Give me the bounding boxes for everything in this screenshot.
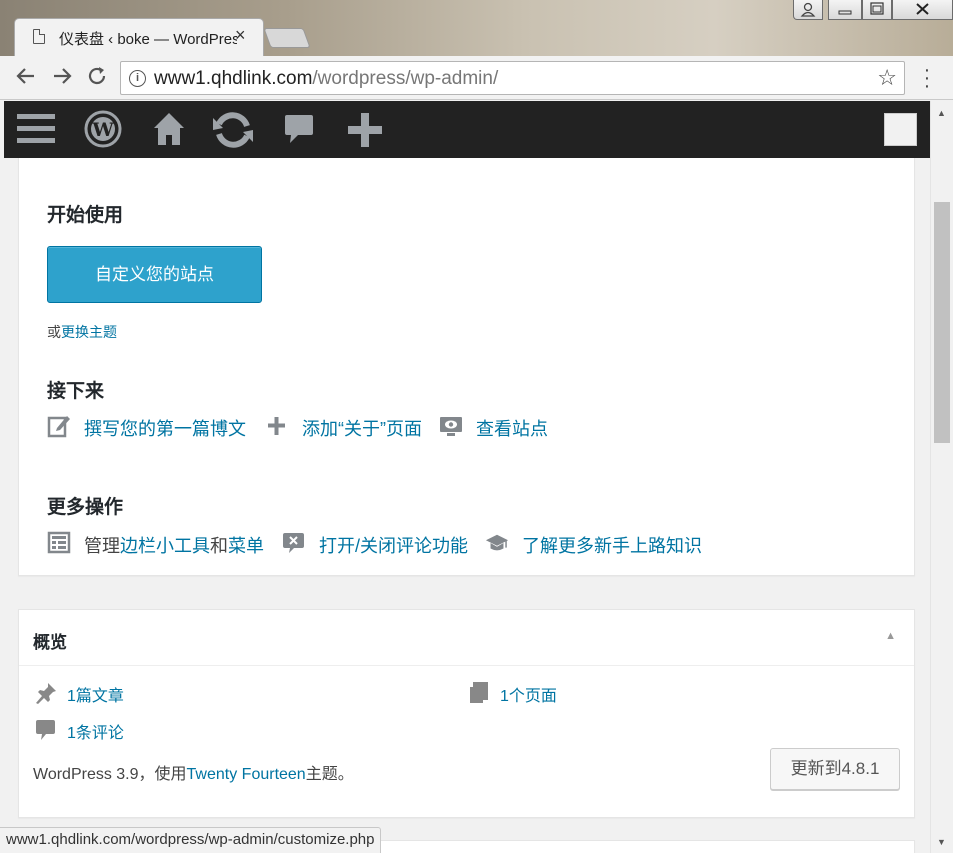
add-about-page-link[interactable]: 添加“关于”页面 xyxy=(265,414,425,439)
info-icon[interactable]: i xyxy=(129,70,146,87)
minimize-icon xyxy=(838,10,852,15)
address-bar[interactable]: i www1.qhdlink.com/wordpress/wp-admin/ ☆ xyxy=(120,61,905,95)
overview-widget: 概览 ▲ 1篇文章 1个页面 1条评论 WordPress 3.9，使用Twen… xyxy=(18,609,915,818)
restore-icon xyxy=(870,2,884,15)
new-tab-button[interactable] xyxy=(263,28,311,48)
customize-site-button[interactable]: 自定义您的站点 xyxy=(47,246,262,303)
overview-title: 概览 xyxy=(33,633,67,652)
comments-icon[interactable] xyxy=(284,113,314,147)
back-icon[interactable] xyxy=(15,65,37,87)
scroll-up-arrow-icon[interactable]: ▲ xyxy=(937,108,946,118)
close-icon xyxy=(916,3,929,15)
pin-icon xyxy=(36,683,56,704)
page-scrollbar[interactable]: ▲ ▼ xyxy=(930,101,953,853)
next-steps-heading: 接下来 xyxy=(47,381,105,402)
update-wordpress-button[interactable]: 更新到4.8.1 xyxy=(770,748,900,790)
window-close-button[interactable] xyxy=(892,0,953,20)
write-first-post-link[interactable]: 撰写您的第一篇博文 xyxy=(47,414,247,439)
get-started-heading: 开始使用 xyxy=(47,205,124,226)
pages-icon xyxy=(470,682,488,703)
minimize-button[interactable] xyxy=(828,0,862,20)
avatar[interactable] xyxy=(884,113,917,146)
bookmark-star-icon[interactable]: ☆ xyxy=(877,65,897,91)
comments-count-link[interactable]: 1条评论 xyxy=(35,719,175,742)
wordpress-logo-icon[interactable]: W xyxy=(84,110,122,148)
manage-widgets-menus: 管理边栏小工具和菜单 xyxy=(47,531,267,556)
comment-icon xyxy=(36,720,55,740)
home-icon[interactable] xyxy=(152,111,186,147)
theme-link[interactable]: Twenty Fourteen xyxy=(187,766,306,783)
browser-menu-icon[interactable]: · · · xyxy=(920,60,934,96)
welcome-panel: 开始使用 自定义您的站点 或更换主题 接下来 撰写您的第一篇博文 添加“关于”页… xyxy=(18,149,915,576)
reload-icon[interactable] xyxy=(86,65,108,87)
svg-text:W: W xyxy=(91,119,114,141)
more-actions-heading: 更多操作 xyxy=(47,497,124,518)
posts-count-link[interactable]: 1篇文章 xyxy=(35,682,175,705)
profile-button[interactable] xyxy=(793,0,823,20)
url-text[interactable]: www1.qhdlink.com/wordpress/wp-admin/ xyxy=(154,68,498,90)
collapse-arrow-icon[interactable]: ▲ xyxy=(885,630,896,642)
new-content-icon[interactable] xyxy=(348,113,382,147)
tab-title: 仪表盘 ‹ boke — WordPress xyxy=(59,31,237,48)
edit-icon xyxy=(47,416,70,438)
status-bar-url: www1.qhdlink.com/wordpress/wp-admin/cust… xyxy=(0,827,382,853)
widgets-link[interactable]: 边栏小工具 xyxy=(120,536,210,556)
graduation-cap-icon xyxy=(485,534,509,551)
browser-toolbar: i www1.qhdlink.com/wordpress/wp-admin/ ☆… xyxy=(0,56,953,100)
window-titlebar: 仪表盘 ‹ boke — WordPress × xyxy=(0,0,953,56)
menu-icon[interactable] xyxy=(17,112,55,146)
view-site-link[interactable]: 查看站点 xyxy=(439,414,559,439)
change-theme-link[interactable]: 更换主题 xyxy=(61,324,117,340)
tab-close-icon[interactable]: × xyxy=(235,25,246,46)
change-theme-line: 或更换主题 xyxy=(47,324,117,340)
user-icon xyxy=(800,2,816,17)
learn-more-link[interactable]: 了解更多新手上路知识 xyxy=(485,531,705,556)
toggle-comments-link[interactable]: 打开/关闭评论功能 xyxy=(282,531,472,556)
updates-icon[interactable] xyxy=(211,110,255,150)
browser-tab[interactable]: 仪表盘 ‹ boke — WordPress × xyxy=(14,18,264,56)
maximize-button[interactable] xyxy=(862,0,892,20)
view-site-icon xyxy=(440,417,462,436)
menus-link[interactable]: 菜单 xyxy=(228,536,264,556)
wp-admin-bar: W xyxy=(4,101,930,158)
widgets-icon xyxy=(47,531,71,554)
comment-toggle-icon xyxy=(283,533,304,553)
wordpress-version-text: WordPress 3.9，使用Twenty Fourteen主题。 xyxy=(33,766,354,783)
overview-header[interactable]: 概览 ▲ xyxy=(19,610,914,666)
plus-icon xyxy=(268,417,285,435)
pages-count-link[interactable]: 1个页面 xyxy=(468,682,608,705)
forward-icon[interactable] xyxy=(51,65,73,87)
page-icon xyxy=(33,29,45,44)
scroll-down-arrow-icon[interactable]: ▼ xyxy=(937,837,946,847)
page-viewport: W 开始使用 自定义您的站点 或更换主题 接下来 撰写您的第一篇博文 添加“关于… xyxy=(0,101,930,853)
scrollbar-thumb[interactable] xyxy=(934,202,950,443)
